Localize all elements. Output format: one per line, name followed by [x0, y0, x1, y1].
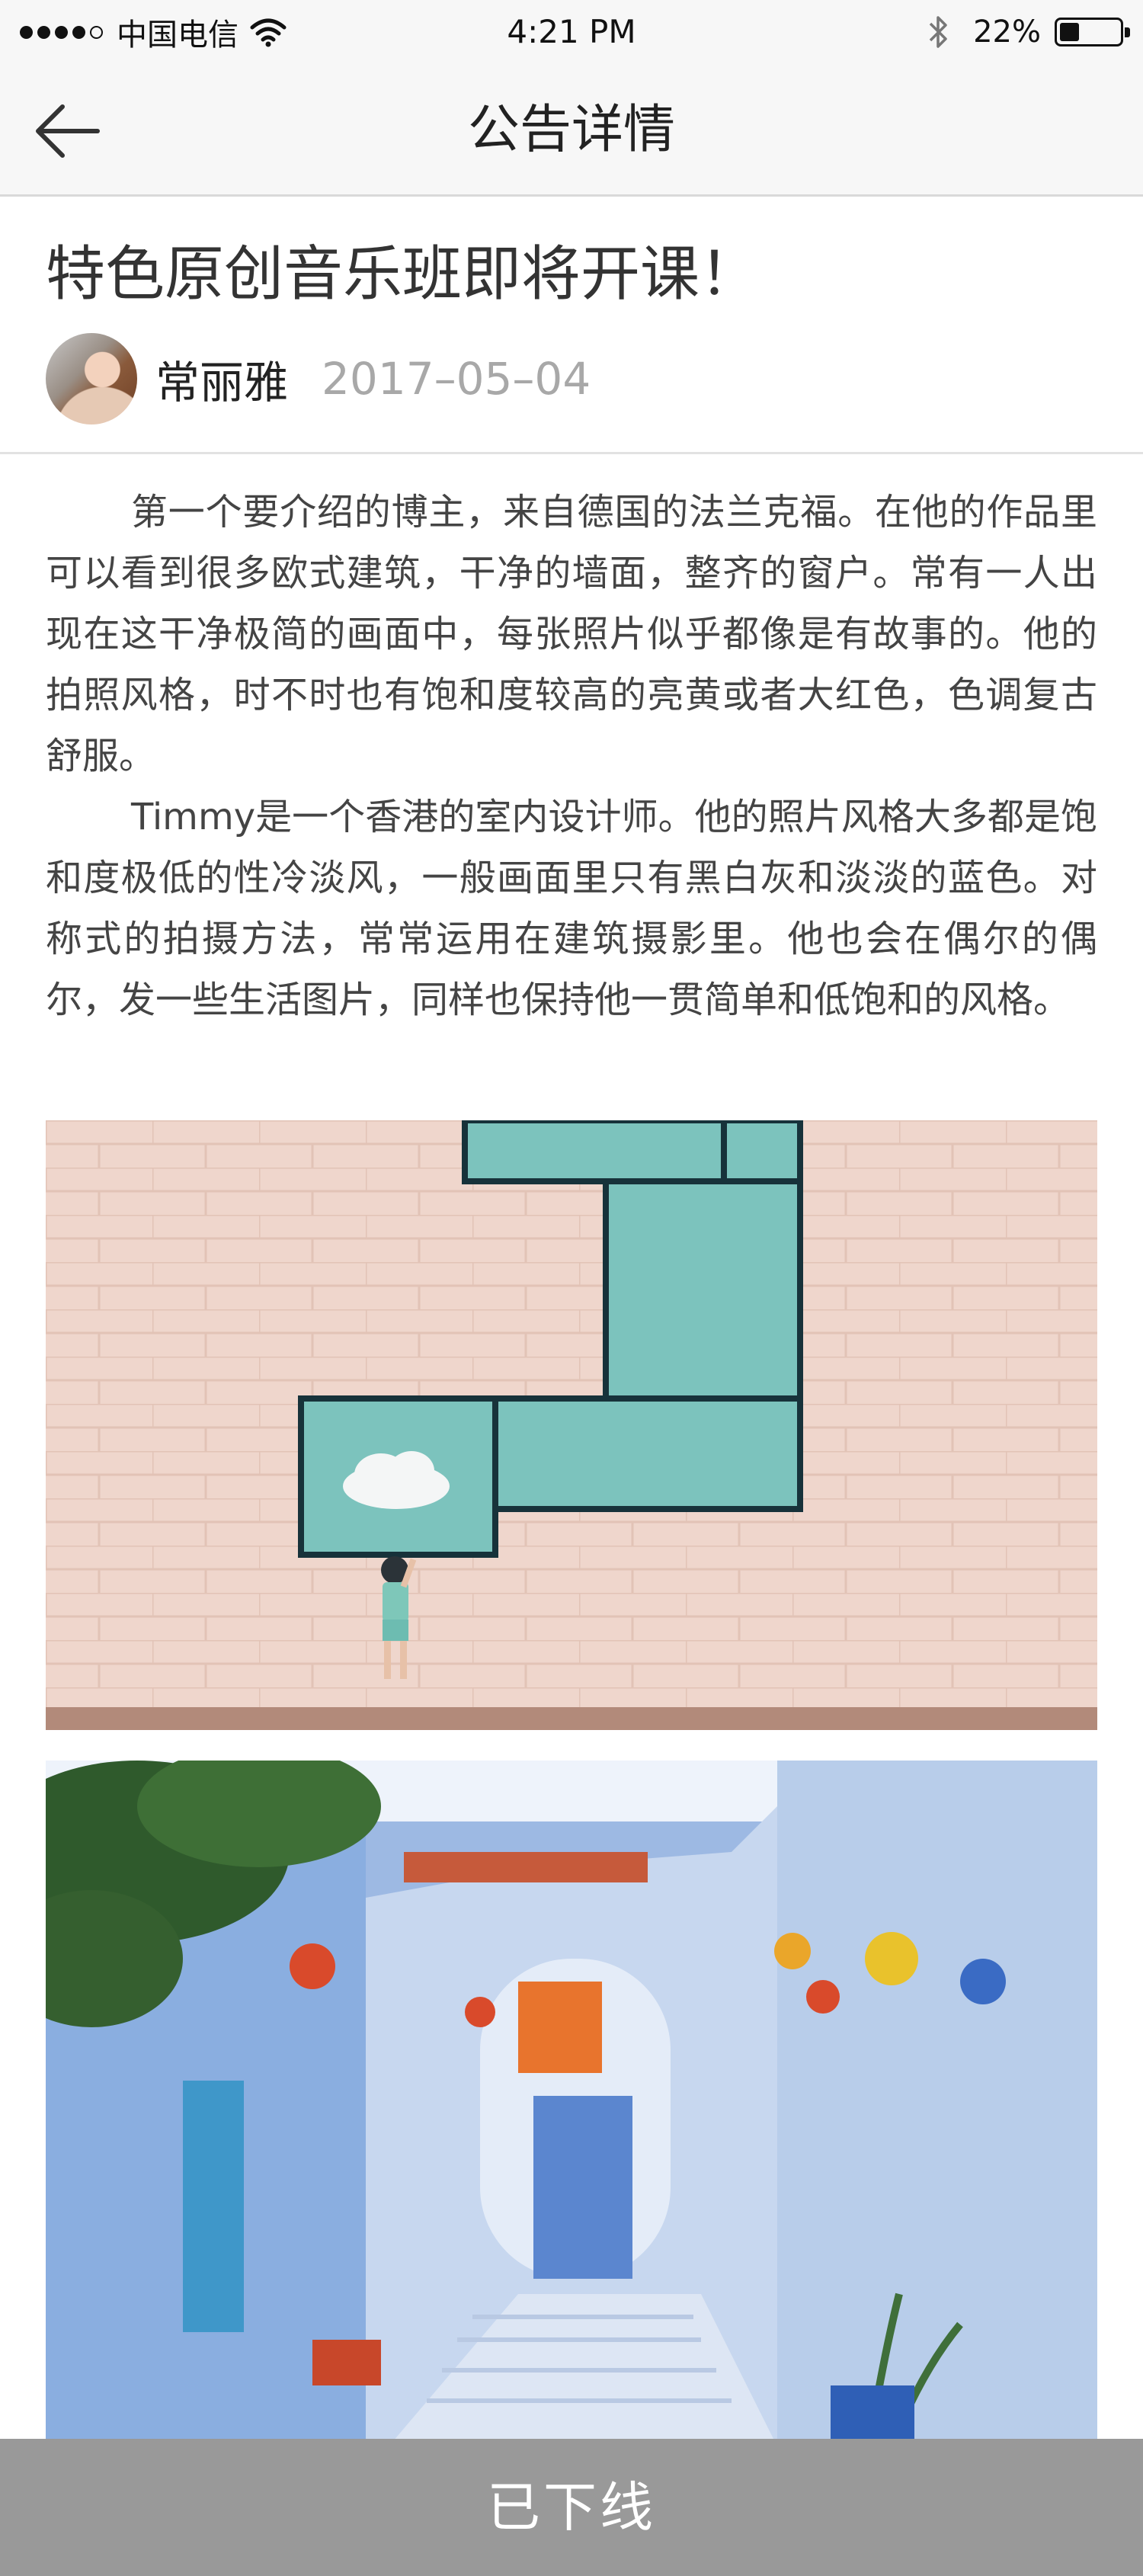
nav-bar: 公告详情 [0, 64, 1143, 197]
divider [0, 452, 1143, 454]
article-body: 第一个要介绍的博主，来自德国的法兰克福。在他的作品里可以看到很多欧式建筑，干净的… [46, 482, 1097, 1030]
battery-nub [1125, 27, 1130, 37]
author-row: 常丽雅 2017–05–04 [46, 332, 591, 425]
article-photo-alley[interactable] [46, 1761, 1097, 2446]
battery-fill [1060, 23, 1079, 41]
article-photo-wall[interactable] [46, 1120, 1097, 1730]
paragraph: Timmy是一个香港的室内设计师。他的照片风格大多都是饱和度极低的性冷淡风，一般… [46, 796, 1097, 1021]
paragraph: 第一个要介绍的博主，来自德国的法兰克福。在他的作品里可以看到很多欧式建筑，干净的… [46, 491, 1097, 777]
battery-percent: 22% [973, 14, 1041, 50]
avatar[interactable] [46, 333, 137, 425]
author-name: 常丽雅 [155, 357, 289, 409]
battery-icon [1055, 18, 1130, 46]
bluetooth-icon [929, 16, 947, 48]
article-title: 特色原创音乐班即将开课！ [46, 240, 760, 309]
alley-photo-illustration [46, 1761, 1097, 2446]
post-date: 2017–05–04 [322, 353, 591, 405]
offline-status-bar: 已下线 [0, 2439, 1143, 2576]
wall-photo-illustration [46, 1120, 1097, 1730]
status-bar: 中国电信 4:21 PM 22% [0, 0, 1143, 64]
status-right: 22% [926, 0, 1130, 64]
page-title: 公告详情 [467, 100, 675, 160]
